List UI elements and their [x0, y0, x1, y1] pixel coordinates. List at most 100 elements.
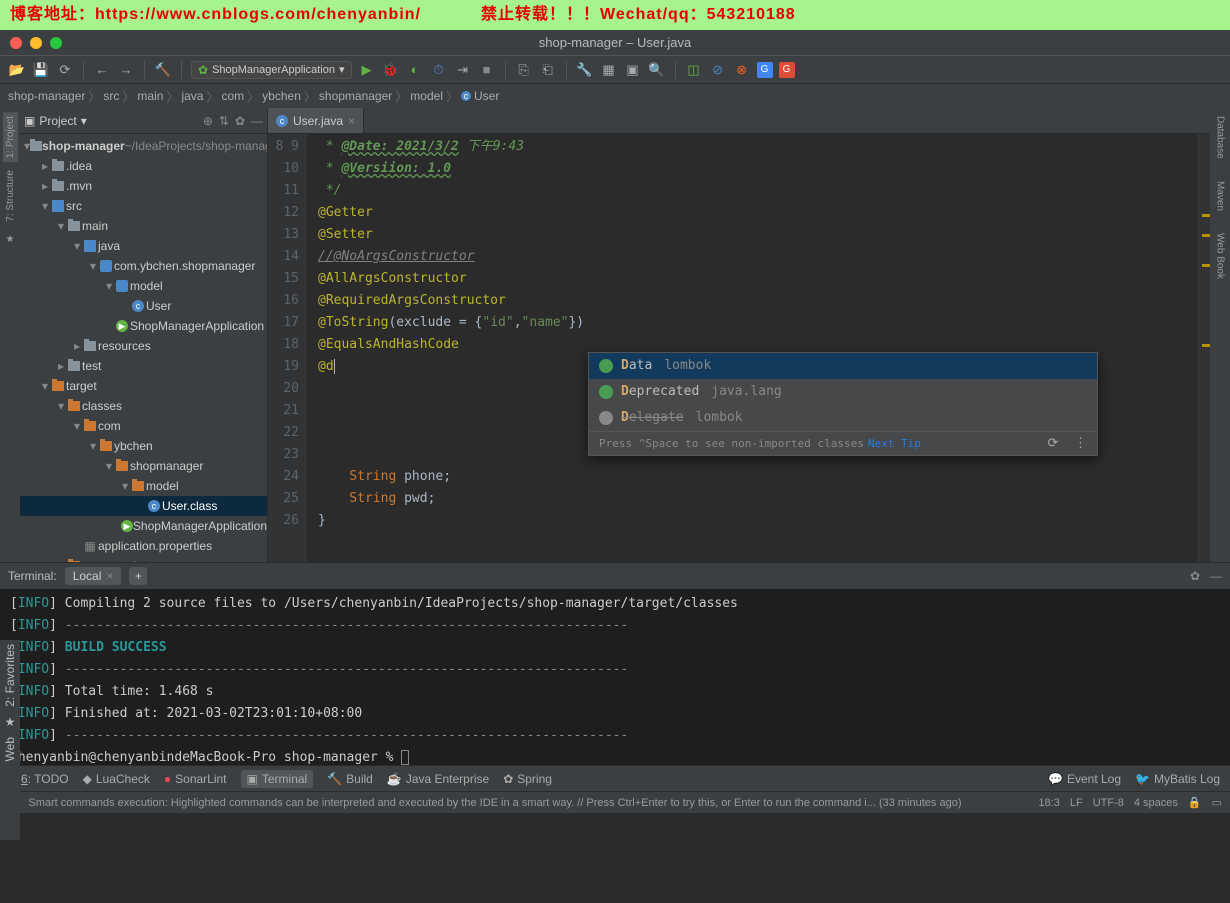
toolwindow-button[interactable]: 🔨Build	[327, 770, 373, 788]
minimize-icon[interactable]	[30, 37, 42, 49]
target-icon[interactable]: ⊕	[203, 114, 213, 128]
tool-icon[interactable]: ⊗	[733, 61, 751, 79]
tree-node[interactable]: ▾target	[20, 376, 267, 396]
breadcrumb-item[interactable]: shop-manager	[8, 89, 85, 103]
vcs-icon[interactable]: ⎘	[515, 61, 533, 79]
breadcrumb-item[interactable]: src	[103, 89, 119, 103]
terminal-tab[interactable]: Local ×	[65, 567, 122, 585]
toolwindow-button[interactable]: ▣Terminal	[241, 770, 314, 788]
terminal-output[interactable]: [INFO] Compiling 2 source files to /User…	[0, 589, 1230, 765]
gear-icon[interactable]: ✿	[1190, 569, 1200, 583]
save-icon[interactable]: 💾	[32, 61, 50, 79]
indent[interactable]: 4 spaces	[1134, 797, 1178, 809]
tree-node[interactable]: ▸test	[20, 356, 267, 376]
forward-icon[interactable]: →	[117, 61, 135, 79]
toolwindow-button[interactable]: ✿Spring	[503, 770, 552, 788]
tab-project[interactable]: 1: Project	[3, 112, 18, 162]
caret-position[interactable]: 18:3	[1038, 797, 1059, 809]
build-icon[interactable]: 🔨	[154, 61, 172, 79]
breadcrumb-item[interactable]: com	[221, 89, 244, 103]
structure-icon[interactable]: ▦	[600, 61, 618, 79]
tab-web[interactable]: Web	[1, 733, 19, 765]
suggest-item[interactable]: Deprecatedjava.lang	[589, 379, 1097, 405]
tree-node[interactable]: ▶ShopManagerApplication	[20, 316, 267, 336]
tree-node[interactable]: ▸.mvn	[20, 176, 267, 196]
toolwindow-button[interactable]: ●SonarLint	[164, 770, 227, 788]
vcs-icon[interactable]: ⎗	[539, 61, 557, 79]
toolwindow-button[interactable]: 💬Event Log	[1048, 772, 1121, 786]
tree-node[interactable]: ▸resources	[20, 336, 267, 356]
run-icon[interactable]: ▶	[358, 61, 376, 79]
hide-icon[interactable]: —	[1210, 569, 1222, 583]
tab-webbook[interactable]: Web Book	[1213, 229, 1228, 283]
tab-favorites[interactable]: 2: Favorites	[1, 640, 19, 711]
toolwindow-button[interactable]: ◆LuaCheck	[83, 770, 150, 788]
sync-icon[interactable]: ⟳	[56, 61, 74, 79]
tab-structure[interactable]: 7: Structure	[3, 166, 18, 226]
breadcrumb-item[interactable]: shopmanager	[319, 89, 392, 103]
tab-maven[interactable]: Maven	[1213, 177, 1228, 215]
layout-icon[interactable]: ▣	[624, 61, 642, 79]
db-icon[interactable]: ◫	[685, 61, 703, 79]
tree-node[interactable]: cUser.class	[20, 496, 267, 516]
open-icon[interactable]: 📂	[8, 61, 26, 79]
memory-icon[interactable]: ▭	[1212, 796, 1222, 809]
breadcrumbs[interactable]: shop-manager〉 src〉 main〉 java〉 com〉 ybch…	[0, 84, 1230, 108]
tree-node[interactable]: ▾model	[20, 476, 267, 496]
collapse-icon[interactable]: —	[251, 114, 263, 128]
tree-node[interactable]: ▾shopmanager	[20, 456, 267, 476]
tree-node[interactable]: ▾com	[20, 416, 267, 436]
tree-node[interactable]: ▾java	[20, 236, 267, 256]
line-separator[interactable]: LF	[1070, 797, 1083, 809]
toolwindow-button[interactable]: 🐦MyBatis Log	[1135, 772, 1220, 786]
debug-icon[interactable]: 🐞	[382, 61, 400, 79]
sort-icon[interactable]: ⇅	[219, 114, 229, 128]
close-icon[interactable]: ×	[106, 569, 113, 583]
tree-node[interactable]: cUser	[20, 296, 267, 316]
settings-icon[interactable]: 🔧	[576, 61, 594, 79]
attach-icon[interactable]: ⇥	[454, 61, 472, 79]
search-icon[interactable]: 🔍	[648, 61, 666, 79]
toolwindow-button[interactable]: ☕Java Enterprise	[387, 770, 489, 788]
bookmark-icon[interactable]: ★	[6, 234, 15, 245]
gtranslate-icon[interactable]: G	[757, 62, 773, 78]
lock-icon[interactable]: 🔒	[1188, 796, 1202, 809]
tool-icon[interactable]: ⊘	[709, 61, 727, 79]
tree-node[interactable]: ▾model	[20, 276, 267, 296]
coverage-icon[interactable]: ◐	[406, 61, 424, 79]
tree-node[interactable]: ▶ShopManagerApplication	[20, 516, 267, 536]
tree-node[interactable]: ▸.idea	[20, 156, 267, 176]
close-icon[interactable]	[10, 37, 22, 49]
stop-icon[interactable]: ■	[478, 61, 496, 79]
gear-icon[interactable]: ✿	[235, 114, 245, 128]
code-content[interactable]: * @Date: 2021/3/2 下午9:43 * @Versiion: 1.…	[306, 134, 1198, 562]
breadcrumb-item[interactable]: ybchen	[262, 89, 301, 103]
tree-node[interactable]: ▾com.ybchen.shopmanager	[20, 256, 267, 276]
tab-database[interactable]: Database	[1213, 112, 1228, 163]
tree-node[interactable]: ▾main	[20, 216, 267, 236]
autocomplete-popup[interactable]: DatalombokDeprecatedjava.langDelegatelom…	[588, 352, 1098, 456]
tree-node[interactable]: ▾classes	[20, 396, 267, 416]
breadcrumb-item[interactable]: model	[410, 89, 443, 103]
close-icon[interactable]: ×	[348, 114, 355, 128]
breadcrumb-item[interactable]: main	[137, 89, 163, 103]
run-config-selector[interactable]: ✿ ShopManagerApplication ▾	[191, 61, 352, 79]
encoding[interactable]: UTF-8	[1093, 797, 1124, 809]
star-icon[interactable]: ★	[5, 715, 16, 729]
project-selector[interactable]: ▣ Project ▾	[24, 114, 87, 128]
maximize-icon[interactable]	[50, 37, 62, 49]
tree-node[interactable]: ▦application.properties	[20, 536, 267, 556]
tree-node[interactable]: ▾src	[20, 196, 267, 216]
tree-node[interactable]: ▾ybchen	[20, 436, 267, 456]
suggest-item[interactable]: Delegatelombok	[589, 405, 1097, 431]
tab-file[interactable]: c User.java ×	[268, 108, 364, 133]
line-gutter[interactable]: 8 9 10 11 12 13 14 15 16 17 18 19 20 21 …	[268, 134, 306, 562]
next-tip-link[interactable]: Next Tip	[868, 437, 921, 450]
suggest-item[interactable]: Datalombok	[589, 353, 1097, 379]
error-stripe[interactable]	[1198, 134, 1210, 562]
tree-node[interactable]: ▸generated-sources	[20, 556, 267, 562]
breadcrumb-item[interactable]: User	[474, 89, 499, 103]
project-tree[interactable]: ▾shop-manager ~/IdeaProjects/shop-manage…	[20, 134, 267, 562]
breadcrumb-item[interactable]: java	[181, 89, 203, 103]
window-controls[interactable]	[10, 37, 62, 49]
